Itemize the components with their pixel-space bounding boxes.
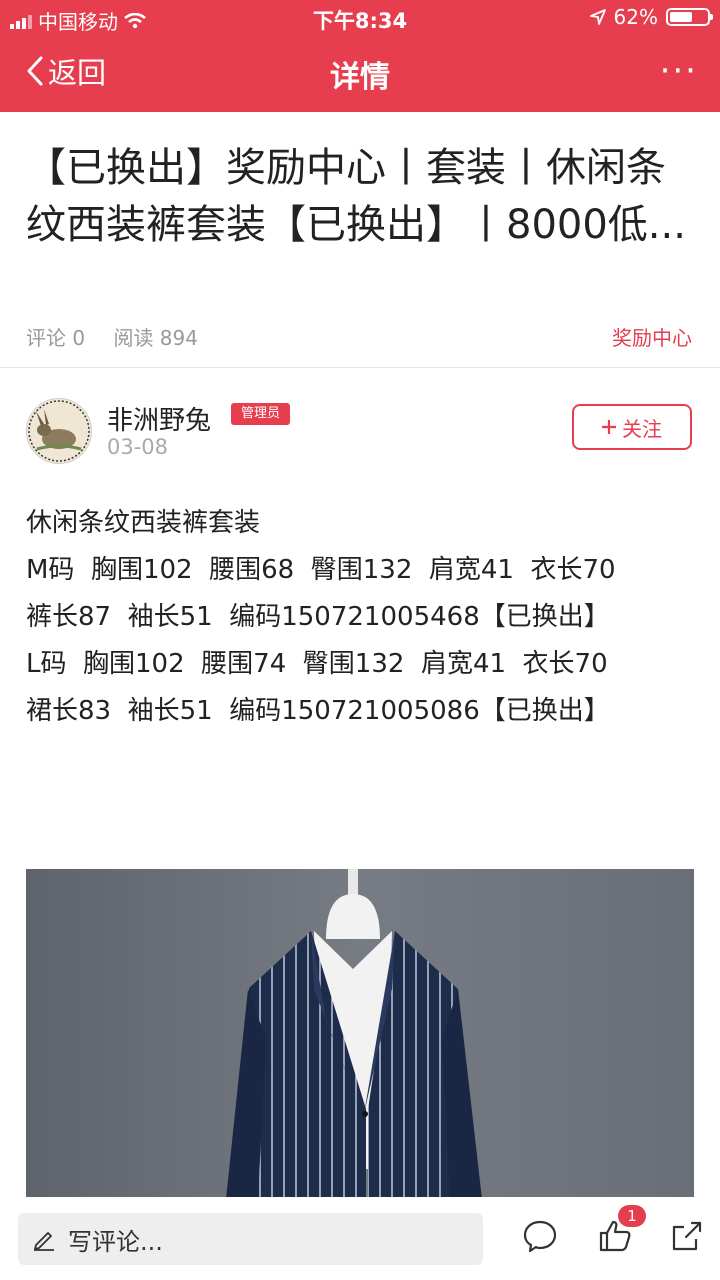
comment-icon[interactable] <box>522 1219 558 1253</box>
share-icon[interactable] <box>670 1219 704 1253</box>
follow-button[interactable]: 关注 <box>572 404 692 450</box>
body-line: M码 胸围102 腰围68 臀围132 肩宽41 衣长70 <box>26 555 616 585</box>
follow-label: 关注 <box>622 416 662 441</box>
admin-badge: 管理员 <box>231 403 291 425</box>
comment-count: 评论 0 <box>26 326 86 350</box>
article-meta: 评论 0 阅读 894 <box>26 322 220 351</box>
article-body: 休闲条纹西装裤套装 M码 胸围102 腰围68 臀围132 肩宽41 衣长70 … <box>26 500 706 735</box>
battery-percent: 62% <box>613 5 658 29</box>
like-count-badge: 1 <box>618 1205 646 1227</box>
more-options-button[interactable]: ··· <box>660 54 698 88</box>
status-bar: 中国移动 下午8:34 62% <box>0 0 720 36</box>
post-date: 03-08 <box>107 435 169 459</box>
battery-fill <box>670 12 693 22</box>
body-line: 裤长87 袖长51 编码150721005468【已换出】 <box>26 602 610 632</box>
bottom-bar: 写评论... 1 <box>0 1197 720 1280</box>
category-link[interactable]: 奖励中心 <box>612 322 692 351</box>
nav-bar: 返回 详情 ··· <box>0 36 720 112</box>
body-line: 休闲条纹西装裤套装 <box>26 508 261 538</box>
location-arrow-icon <box>589 9 606 25</box>
divider <box>0 367 720 368</box>
product-photo[interactable] <box>26 869 694 1199</box>
body-line: 裙长83 袖长51 编码150721005086【已换出】 <box>26 696 610 726</box>
author-name[interactable]: 非洲野兔 <box>107 400 211 437</box>
plus-icon <box>602 420 616 434</box>
article-title: 【已换出】奖励中心丨套装丨休闲条纹西装裤套装【已换出】丨8000低... <box>26 145 686 248</box>
read-count: 阅读 894 <box>113 326 198 350</box>
app-header: 中国移动 下午8:34 62% 返回 详情 ··· <box>0 0 720 112</box>
body-line: L码 胸围102 腰围74 臀围132 肩宽41 衣长70 <box>26 649 608 679</box>
avatar[interactable] <box>26 398 92 464</box>
comment-input[interactable]: 写评论... <box>18 1213 483 1265</box>
battery-icon <box>666 8 713 26</box>
page-title: 详情 <box>330 60 390 95</box>
comment-placeholder: 写评论... <box>68 1227 163 1256</box>
pencil-icon <box>34 1232 54 1251</box>
